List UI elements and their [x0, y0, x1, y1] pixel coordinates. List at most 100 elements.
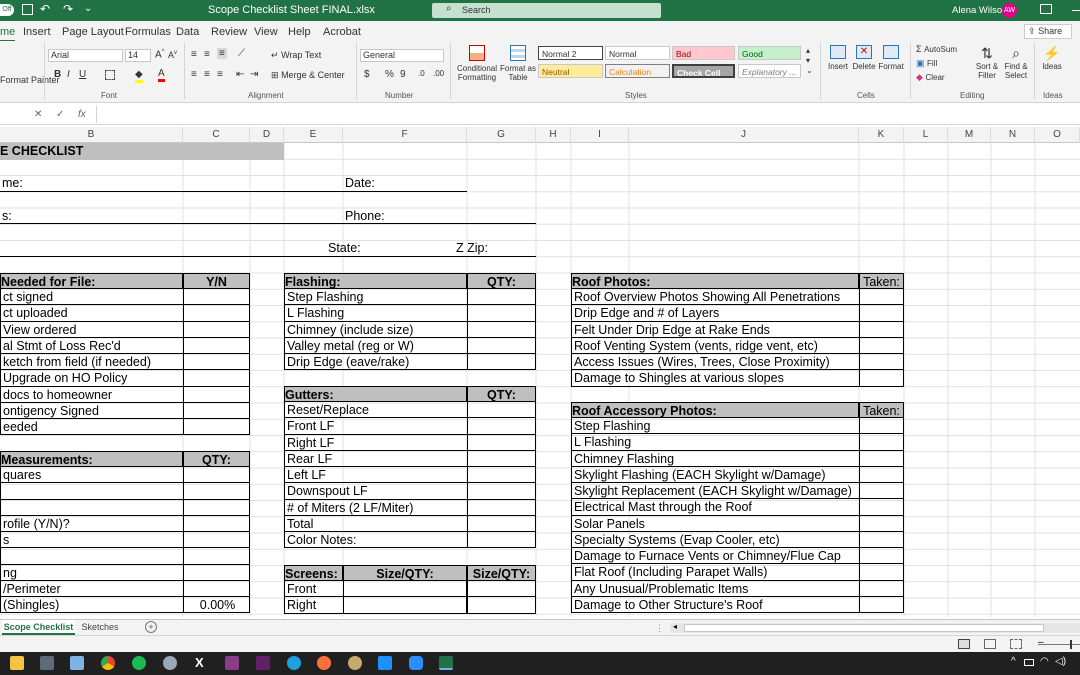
- accessory-photo-row-label[interactable]: L Flashing: [571, 434, 859, 451]
- tab-home[interactable]: me: [0, 26, 16, 42]
- file-explorer-icon[interactable]: [10, 656, 24, 670]
- roof-photo-row-label[interactable]: Roof Overview Photos Showing All Penetra…: [571, 289, 859, 306]
- accessory-photo-row-value[interactable]: [859, 596, 904, 613]
- file-row-value[interactable]: [183, 321, 250, 338]
- column-header[interactable]: H: [536, 127, 571, 143]
- tab-view[interactable]: View: [254, 26, 278, 38]
- orientation-icon[interactable]: ⟋: [238, 48, 245, 59]
- measurement-row-value[interactable]: [183, 483, 250, 500]
- accessory-photo-row-value[interactable]: [859, 548, 904, 565]
- align-center-icon[interactable]: ≡: [204, 69, 210, 80]
- volume-icon[interactable]: ◁): [1055, 656, 1066, 667]
- underline-icon[interactable]: U: [79, 69, 86, 80]
- search-box[interactable]: ⌕ Search: [432, 3, 661, 18]
- tab-page-layout[interactable]: Page Layout: [62, 26, 124, 38]
- zoom-out-icon[interactable]: –: [1038, 637, 1044, 648]
- screen-row-label[interactable]: Right: [284, 597, 343, 614]
- roof-photo-row-label[interactable]: Felt Under Drip Edge at Rake Ends: [571, 321, 859, 338]
- column-header[interactable]: G: [467, 127, 536, 143]
- file-row-label[interactable]: al Stmt of Loss Rec'd: [0, 337, 183, 354]
- measurement-row-value[interactable]: [183, 499, 250, 516]
- gutter-row-value[interactable]: [467, 532, 536, 549]
- page-layout-view-icon[interactable]: [984, 639, 996, 649]
- screen-row-value[interactable]: [467, 597, 536, 614]
- fill-color-icon[interactable]: ◆: [135, 69, 143, 83]
- share-button[interactable]: ⇪ Share: [1024, 24, 1072, 39]
- save-icon[interactable]: [22, 4, 33, 15]
- gutter-row-label[interactable]: Reset/Replace: [284, 402, 467, 419]
- accessory-photo-row-label[interactable]: Chimney Flashing: [571, 450, 859, 467]
- percent-icon[interactable]: %: [385, 69, 394, 80]
- file-row-label[interactable]: ontigency Signed: [0, 402, 183, 419]
- increase-decimal-icon[interactable]: .0: [418, 69, 425, 78]
- font-color-icon[interactable]: A: [158, 68, 165, 82]
- flashing-row-value[interactable]: [467, 321, 536, 338]
- b-app-icon[interactable]: [378, 656, 392, 670]
- align-bottom-icon[interactable]: ≡: [217, 48, 227, 59]
- gutter-row-value[interactable]: [467, 450, 536, 467]
- tabs-split-icon[interactable]: ⋮: [655, 623, 664, 634]
- italic-icon[interactable]: I: [67, 69, 70, 80]
- delete-cells-button[interactable]: ✕ Delete: [852, 45, 876, 71]
- flashing-row-value[interactable]: [467, 289, 536, 306]
- column-header[interactable]: L: [904, 127, 948, 143]
- column-header[interactable]: J: [629, 127, 859, 143]
- gutter-row-label[interactable]: Rear LF: [284, 450, 467, 467]
- tab-sketches[interactable]: Sketches: [80, 620, 120, 635]
- flashing-row-label[interactable]: Chimney (include size): [284, 321, 467, 338]
- comma-icon[interactable]: 9: [400, 69, 406, 80]
- accessory-photo-row-label[interactable]: Skylight Replacement (EACH Skylight w/Da…: [571, 483, 859, 500]
- roof-photo-row-value[interactable]: [859, 370, 904, 387]
- clear-button[interactable]: ◆ Clear: [916, 72, 945, 83]
- gutter-row-label[interactable]: Total: [284, 515, 467, 532]
- gutter-row-value[interactable]: [467, 483, 536, 500]
- screen-row-value[interactable]: [467, 581, 536, 598]
- notes-app-icon[interactable]: [70, 656, 84, 670]
- file-row-value[interactable]: [183, 289, 250, 306]
- measurement-row-label[interactable]: /Perimeter: [0, 580, 183, 597]
- x-app-icon[interactable]: X: [195, 655, 204, 670]
- align-top-icon[interactable]: ≡: [191, 49, 197, 60]
- calculator-icon[interactable]: [40, 656, 54, 670]
- roof-photo-row-label[interactable]: Access Issues (Wires, Trees, Close Proxi…: [571, 354, 859, 371]
- bold-icon[interactable]: B: [54, 69, 61, 80]
- battery-icon[interactable]: [1024, 659, 1034, 666]
- formula-input[interactable]: [96, 106, 1080, 123]
- column-header[interactable]: O: [1035, 127, 1080, 143]
- gutter-row-value[interactable]: [467, 402, 536, 419]
- measurement-row-label[interactable]: (Shingles): [0, 597, 183, 614]
- measurement-row-value[interactable]: [183, 564, 250, 581]
- number-format-select[interactable]: General: [360, 49, 444, 62]
- column-header[interactable]: C: [183, 127, 250, 143]
- accessory-photo-row-value[interactable]: [859, 515, 904, 532]
- accessory-photo-row-value[interactable]: [859, 564, 904, 581]
- ribbon-display-icon[interactable]: [1040, 4, 1052, 14]
- normal-view-icon[interactable]: [958, 639, 970, 649]
- style-normal[interactable]: Normal: [605, 46, 670, 60]
- autosum-button[interactable]: Σ AutoSum: [916, 44, 957, 54]
- screen-row-value[interactable]: [343, 597, 467, 614]
- redo-icon[interactable]: ↷: [63, 2, 73, 16]
- file-row-label[interactable]: Upgrade on HO Policy: [0, 370, 183, 387]
- scroll-left-icon[interactable]: ◂: [673, 622, 677, 631]
- tab-acrobat[interactable]: Acrobat: [323, 26, 361, 38]
- spotify-icon[interactable]: [132, 656, 146, 670]
- gutter-row-label[interactable]: Color Notes:: [284, 532, 467, 549]
- slack-icon[interactable]: [256, 656, 270, 670]
- quick-access-more-icon[interactable]: ⌄: [84, 3, 92, 14]
- style-check-cell[interactable]: Check Cell: [672, 64, 735, 78]
- measurement-row-label[interactable]: [0, 483, 183, 500]
- zoom-slider[interactable]: –: [1038, 637, 1080, 649]
- measurement-row-value[interactable]: [183, 532, 250, 549]
- flashing-row-label[interactable]: L Flashing: [284, 305, 467, 322]
- gutter-row-value[interactable]: [467, 467, 536, 484]
- league-icon[interactable]: [348, 656, 362, 670]
- accessory-photo-row-label[interactable]: Step Flashing: [571, 418, 859, 435]
- tab-data[interactable]: Data: [176, 26, 199, 38]
- file-row-label[interactable]: View ordered: [0, 321, 183, 338]
- file-row-value[interactable]: [183, 419, 250, 436]
- flashing-row-value[interactable]: [467, 305, 536, 322]
- cancel-icon[interactable]: ✕: [34, 109, 42, 120]
- font-name-select[interactable]: Arial: [48, 49, 123, 62]
- measurement-row-value[interactable]: [183, 467, 250, 484]
